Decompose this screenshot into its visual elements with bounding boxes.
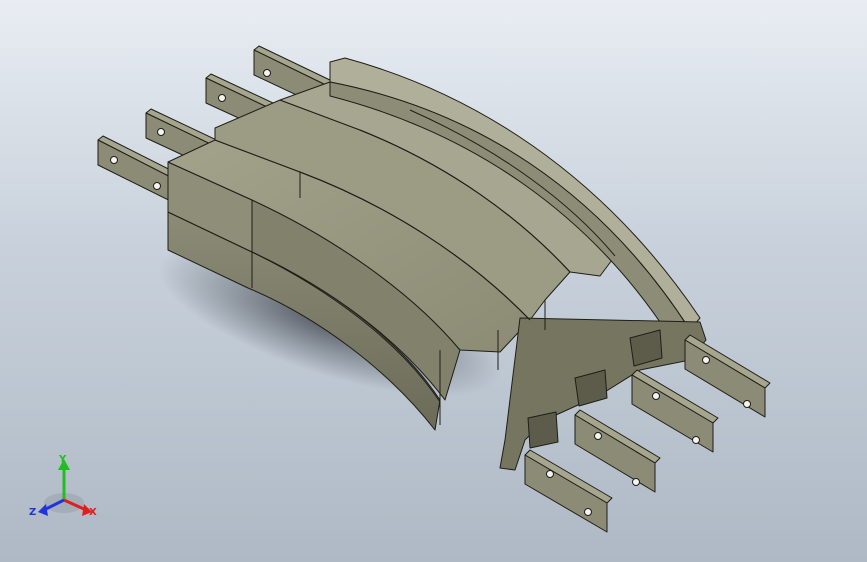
bolt-hole bbox=[546, 470, 554, 478]
bolt-hole bbox=[218, 94, 226, 102]
terminal-tab-8[interactable] bbox=[684, 334, 771, 418]
bolt-hole bbox=[153, 182, 161, 190]
terminal-tab-5[interactable] bbox=[524, 449, 613, 533]
bolt-hole bbox=[702, 356, 710, 364]
bolt-hole bbox=[584, 508, 592, 516]
bolt-hole bbox=[263, 69, 271, 77]
bolt-hole bbox=[692, 436, 700, 444]
bolt-hole bbox=[743, 400, 751, 408]
bolt-hole bbox=[594, 432, 602, 440]
bolt-hole bbox=[652, 392, 660, 400]
curved-housing[interactable] bbox=[167, 57, 707, 471]
terminal-tab-6[interactable] bbox=[574, 409, 661, 493]
bolt-hole bbox=[110, 156, 118, 164]
terminal-tab-7[interactable] bbox=[631, 369, 719, 453]
graphics-viewport[interactable]: Y X Z bbox=[0, 0, 867, 562]
bolt-hole bbox=[157, 128, 165, 136]
model-3d-view[interactable] bbox=[0, 0, 867, 562]
bolt-hole bbox=[632, 478, 640, 486]
end-channel-3 bbox=[527, 411, 559, 449]
